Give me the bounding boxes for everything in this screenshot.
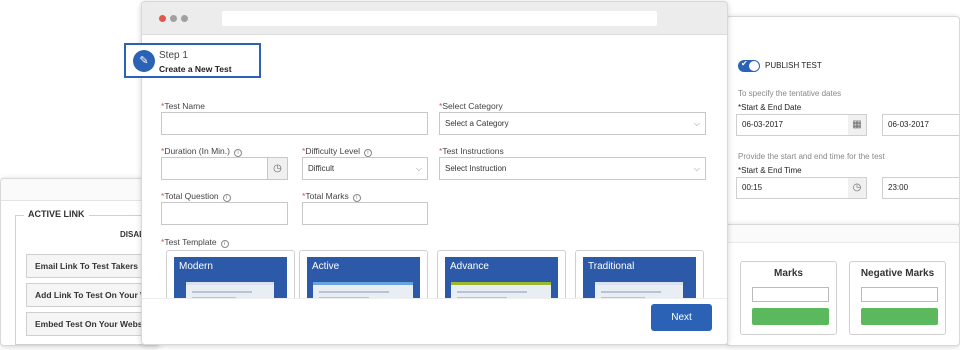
marks-title: Marks: [774, 268, 803, 279]
total-question-input[interactable]: [161, 202, 288, 225]
template-name: Advance: [450, 261, 489, 272]
embed-test-button[interactable]: Embed Test On Your Website: [26, 312, 159, 336]
instructions-label: *Test Instructions: [439, 146, 504, 156]
template-card-traditional[interactable]: Traditional: [575, 250, 704, 302]
end-date-input[interactable]: 06-03-2017: [882, 114, 959, 136]
step-number: Step 1: [159, 50, 188, 61]
next-button[interactable]: Next: [651, 304, 712, 331]
panel-header: [1, 179, 159, 201]
tentative-dates-hint: To specify the tentative dates: [738, 89, 842, 98]
active-link-panel: ACTIVE LINK DISABL Email Link To Test Ta…: [0, 178, 160, 346]
total-question-label: *Total Question i: [161, 191, 231, 202]
template-name: Modern: [179, 261, 213, 272]
start-end-time-label: *Start & End Time: [738, 166, 802, 175]
chevron-down-icon: ⌵: [693, 119, 700, 128]
active-link-legend: ACTIVE LINK: [24, 209, 89, 219]
window-titlebar: [142, 2, 727, 35]
instructions-select[interactable]: Select Instruction ⌵: [439, 157, 706, 180]
calendar-icon[interactable]: ▦: [848, 114, 867, 136]
active-link-group: ACTIVE LINK DISABL Email Link To Test Ta…: [15, 209, 159, 345]
total-marks-input[interactable]: [302, 202, 428, 225]
difficulty-select[interactable]: Difficult ⌵: [302, 157, 428, 180]
category-select[interactable]: Select a Category ⌵: [439, 112, 706, 135]
check-icon: ✔: [741, 59, 748, 68]
maximize-window-dot[interactable]: [181, 15, 188, 22]
toggle-knob: [749, 61, 759, 71]
end-time-input[interactable]: 23:00: [882, 177, 959, 199]
total-marks-label: *Total Marks i: [302, 191, 361, 202]
step-title: Create a New Test: [159, 64, 232, 74]
duration-label: *Duration (In Min.) i: [161, 146, 242, 157]
marks-save-button[interactable]: [752, 308, 829, 325]
publish-toggle[interactable]: ✔: [738, 59, 760, 72]
panel-header: [727, 225, 959, 243]
marks-panel: Marks Negative Marks: [726, 224, 960, 346]
negative-marks-card: Negative Marks: [849, 261, 946, 335]
template-preview: Active: [307, 257, 420, 301]
template-name: Active: [312, 261, 340, 272]
test-template-label: *Test Template i: [161, 237, 229, 248]
template-card-active[interactable]: Active: [299, 250, 428, 302]
close-window-dot[interactable]: [159, 15, 166, 22]
time-hint: Provide the start and end time for the t…: [738, 152, 885, 161]
duration-input[interactable]: [161, 157, 268, 180]
chevron-down-icon: ⌵: [415, 164, 422, 173]
clock-icon[interactable]: ◷: [848, 177, 867, 199]
negative-marks-save-button[interactable]: [861, 308, 938, 325]
add-link-button[interactable]: Add Link To Test On Your We: [26, 283, 159, 307]
test-name-label: *Test Name: [161, 101, 205, 111]
chevron-down-icon: ⌵: [693, 164, 700, 173]
template-name: Traditional: [588, 261, 635, 272]
info-icon[interactable]: i: [352, 194, 361, 202]
info-icon[interactable]: i: [363, 149, 372, 157]
info-icon[interactable]: i: [222, 194, 231, 202]
publish-test-label: PUBLISH TEST: [765, 61, 822, 70]
marks-card: Marks: [740, 261, 837, 335]
negative-marks-title: Negative Marks: [860, 268, 935, 279]
footer-bar: [142, 298, 727, 344]
negative-marks-input[interactable]: [861, 287, 938, 302]
publish-settings-panel: ✔ PUBLISH TEST To specify the tentative …: [726, 16, 960, 226]
category-label: *Select Category: [439, 101, 503, 111]
info-icon[interactable]: i: [233, 149, 242, 157]
pencil-icon: ✎: [133, 50, 155, 72]
minimize-window-dot[interactable]: [170, 15, 177, 22]
marks-input[interactable]: [752, 287, 829, 302]
address-bar[interactable]: [222, 11, 657, 26]
template-card-advance[interactable]: Advance: [437, 250, 566, 302]
clock-icon[interactable]: ◷: [268, 157, 288, 180]
start-date-input[interactable]: 06-03-2017: [736, 114, 856, 136]
start-time-input[interactable]: 00:15: [736, 177, 856, 199]
difficulty-label: *Difficulty Level i: [302, 146, 372, 157]
template-card-modern[interactable]: Modern: [166, 250, 295, 302]
template-preview: Modern: [174, 257, 287, 301]
template-preview: Traditional: [583, 257, 696, 301]
template-preview: Advance: [445, 257, 558, 301]
step-indicator: ✎ Step 1 Create a New Test: [124, 43, 261, 78]
email-link-button[interactable]: Email Link To Test Takers: [26, 254, 159, 278]
start-end-date-label: *Start & End Date: [738, 103, 802, 112]
test-name-input[interactable]: [161, 112, 428, 135]
info-icon[interactable]: i: [220, 240, 229, 248]
